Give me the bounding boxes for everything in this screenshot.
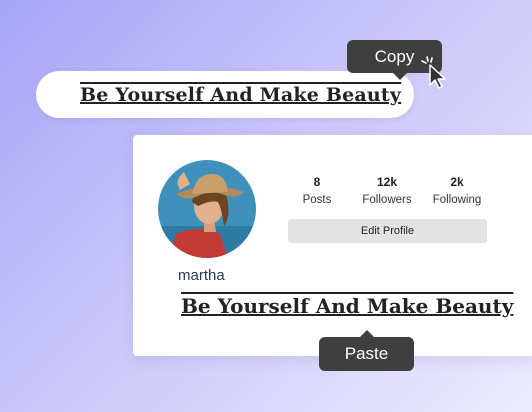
stat-posts[interactable]: 8 Posts — [282, 175, 352, 206]
avatar — [158, 160, 256, 258]
stat-followers[interactable]: 12k Followers — [352, 175, 422, 206]
stat-following[interactable]: 2k Following — [422, 175, 492, 206]
paste-label: Paste — [344, 344, 389, 363]
mouse-cursor-icon — [421, 56, 446, 89]
bio-text[interactable]: Be Yourself And Make Beauty — [181, 294, 513, 318]
stat-value: 12k — [376, 175, 398, 189]
stat-label: Following — [432, 194, 482, 206]
stat-label: Posts — [302, 194, 332, 206]
copy-label: Copy — [374, 46, 415, 66]
edit-profile-button[interactable]: Edit Profile — [288, 219, 487, 243]
edit-profile-label: Edit Profile — [360, 225, 415, 237]
stat-value: 2k — [450, 175, 464, 189]
paste-tooltip[interactable]: Paste — [319, 330, 414, 371]
copy-source-field[interactable]: Be Yourself And Make Beauty — [36, 71, 414, 118]
fancy-text-source[interactable]: Be Yourself And Make Beauty — [80, 84, 401, 106]
stat-value: 8 — [313, 175, 321, 189]
profile-card: 8 Posts 12k Followers 2k Following Edit … — [133, 135, 532, 356]
stat-label: Followers — [362, 194, 412, 206]
username: martha — [178, 267, 225, 284]
click-burst-icon — [421, 56, 433, 64]
